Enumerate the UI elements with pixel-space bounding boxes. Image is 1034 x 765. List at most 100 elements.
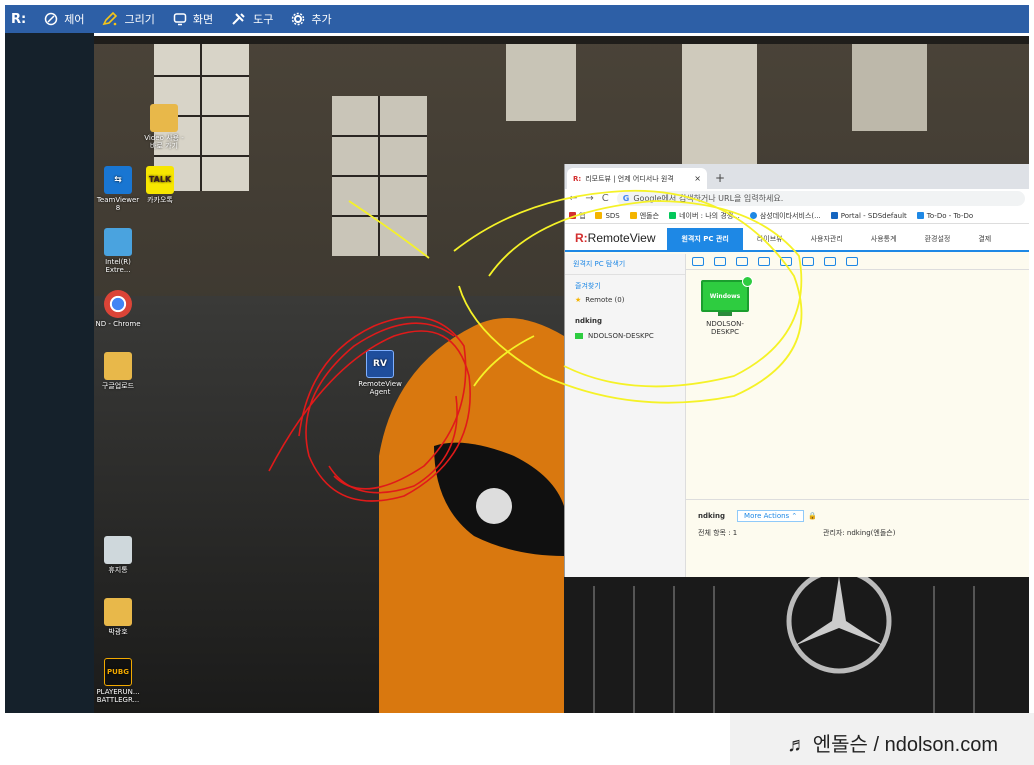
screenshot-root: R: 제어 그리기 화면 도구 추가 Video 사용 - 바로 가기 ⇆ Te… [0, 0, 1034, 765]
nav-tab-liveview[interactable]: 라이브뷰 [743, 228, 797, 250]
remoteview-action-toolbar [686, 254, 1029, 270]
nav-tab-users[interactable]: 사용자관리 [797, 228, 857, 250]
toolbar-screen-button[interactable]: 화면 [173, 11, 213, 27]
control-icon [44, 12, 58, 26]
toolbar-draw-label: 그리기 [124, 13, 155, 26]
bookmark-todo[interactable]: To-Do - To-Do [916, 212, 973, 220]
browser-window[interactable]: R: 리모트뷰 | 언제 어디서나 원격 × + ← → C G Google에… [564, 164, 1029, 577]
desktop-icon-user-folder[interactable]: 박광호 [94, 598, 142, 636]
recycle-bin-icon [104, 536, 132, 564]
folder-icon [104, 352, 132, 380]
favorite-remote-item[interactable]: ★ Remote (0) [565, 293, 685, 307]
remote-desktop[interactable]: Video 사용 - 바로 가기 ⇆ TeamViewer 8 TALK 카카오… [94, 36, 1029, 713]
pc-online-icon [575, 333, 583, 339]
nav-tab-billing[interactable]: 결제 [964, 228, 1005, 250]
pencil-icon [103, 12, 118, 26]
remoteview-logo[interactable]: R:RemoteView [575, 231, 655, 245]
teamviewer-icon: ⇆ [104, 166, 132, 194]
favorites-heading: 즐겨찾기 [575, 282, 601, 290]
admin-label: 관리자: ndking(엔돌슨) [823, 529, 896, 537]
export-icon[interactable] [846, 257, 858, 266]
toolbar-logo: R: [11, 11, 27, 27]
bookmark-naver[interactable]: 네이버 : 나의 경쟁... [669, 211, 740, 221]
edit-icon[interactable] [802, 257, 814, 266]
bookmarks-bar: 앱 SDS 엔돌슨 네이버 : 나의 경쟁... 삼성데이타서비스(... Po… [565, 208, 1029, 224]
back-arrow-icon[interactable]: ← [569, 193, 577, 204]
browser-tab-title: 리모트뷰 | 언제 어디서나 원격 [585, 174, 674, 183]
left-side-strip [5, 33, 94, 713]
desktop-icon-kakaotalk[interactable]: TALK 카카오톡 [136, 166, 184, 204]
remoteview-agent-icon: RV [366, 350, 394, 378]
toolbar-tools-label: 도구 [253, 13, 274, 26]
user-folder-icon [104, 598, 132, 626]
toolbar-tools-button[interactable]: 도구 [231, 11, 273, 27]
refresh-icon[interactable] [692, 257, 704, 266]
copy-icon[interactable] [758, 257, 770, 266]
desktop-icon-recycle-bin[interactable]: 휴지통 [94, 536, 142, 574]
remote-pc-tile[interactable]: Windows NDOLSON-DESKPC [699, 276, 753, 336]
address-input[interactable]: G Google에서 검색하거나 URL을 입력하세요. [616, 191, 1025, 206]
monitor-icon[interactable] [736, 257, 748, 266]
remoteview-nav: 원격지 PC 관리 라이브뷰 사용자관리 사용통계 환경설정 결제 [667, 228, 1005, 250]
more-actions-dropdown[interactable]: More Actions ⌃ [737, 510, 805, 522]
chrome-icon [104, 290, 132, 318]
remoteview-app: R:RemoteView 원격지 PC 관리 라이브뷰 사용자관리 사용통계 환… [565, 224, 1029, 577]
remoteview-favicon: R: [573, 174, 582, 183]
toolbar-screen-label: 화면 [192, 13, 214, 26]
intel-icon [104, 228, 132, 256]
desktop-icon-google-upload[interactable]: 구글업로드 [94, 352, 142, 390]
pc-monitor-icon: Windows [701, 276, 753, 312]
bookmark-portal[interactable]: Portal - SDSdefault [830, 212, 907, 220]
reload-icon[interactable]: C [602, 193, 609, 204]
google-g-icon: G [622, 194, 630, 203]
star-icon: ★ [575, 296, 582, 304]
desktop-icon-teamviewer[interactable]: ⇆ TeamViewer 8 [94, 166, 142, 212]
lock-icon: 🔒 [808, 512, 818, 520]
new-tab-button[interactable]: + [715, 171, 725, 185]
toolbar-draw-button[interactable]: 그리기 [102, 11, 155, 27]
toolbar-more-button[interactable]: 추가 [291, 11, 332, 27]
pubg-icon: PUBG [104, 658, 132, 686]
pc-explorer-link[interactable]: 원격지 PC 탐색기 [565, 254, 685, 275]
remoteview-sidebar: 원격지 PC 탐색기 즐겨찾기 ★ Remote (0) ndking NDOL… [565, 254, 686, 577]
folder-icon [150, 104, 178, 132]
nav-tab-stats[interactable]: 사용통계 [857, 228, 911, 250]
detail-group-name: ndking [698, 512, 726, 520]
browser-address-bar: ← → C G Google에서 검색하거나 URL을 입력하세요. [565, 189, 1029, 208]
bookmark-apps[interactable]: 앱 [569, 211, 585, 221]
desktop-icon-pubg[interactable]: PUBG PLAYERUN... BATTLEGR... [94, 658, 142, 704]
screen-icon [173, 13, 187, 26]
watermark-text: ♬ 엔돌슨 / ndolson.com [787, 734, 998, 756]
gear-icon [292, 12, 305, 26]
desktop-icon-remoteview-agent[interactable]: RV RemoteView Agent [356, 350, 404, 396]
bookmark-ndolson[interactable]: 엔돌슨 [629, 211, 659, 221]
kakaotalk-icon: TALK [146, 166, 174, 194]
delete-icon[interactable] [824, 257, 836, 266]
address-placeholder: Google에서 검색하거나 URL을 입력하세요. [633, 194, 784, 203]
pc-name-label: NDOLSON-DESKPC [706, 320, 744, 336]
nav-tab-remote-pc[interactable]: 원격지 PC 관리 [667, 228, 743, 250]
bookmark-samsung[interactable]: 삼성데이타서비스(... [749, 211, 821, 221]
nav-tab-settings[interactable]: 환경설정 [911, 228, 965, 250]
browser-tab[interactable]: R: 리모트뷰 | 언제 어디서나 원격 × [567, 168, 707, 189]
toolbar-control-button[interactable]: 제어 [44, 11, 84, 27]
toolbar-more-label: 추가 [311, 13, 332, 26]
bookmark-sds[interactable]: SDS [595, 212, 620, 220]
total-items-label: 전체 항목 : 1 [698, 529, 738, 537]
browser-tab-bar: R: 리모트뷰 | 언제 어디서나 원격 × + [565, 164, 1029, 189]
move-icon[interactable] [780, 257, 792, 266]
folder-open-icon[interactable] [714, 257, 726, 266]
desktop-icon-video-shortcut[interactable]: Video 사용 - 바로 가기 [140, 104, 188, 150]
tools-icon [232, 13, 245, 25]
remote-control-toolbar: R: 제어 그리기 화면 도구 추가 [5, 5, 1029, 33]
group-name[interactable]: ndking [565, 307, 685, 329]
remoteview-header: R:RemoteView 원격지 PC 관리 라이브뷰 사용자관리 사용통계 환… [565, 224, 1029, 252]
desktop-icon-chrome[interactable]: ND - Chrome [94, 290, 142, 328]
remoteview-detail-panel: ndking More Actions ⌃ 🔒 전체 항목 : 1 관리자: n… [686, 499, 1029, 577]
connection-badge-icon [742, 276, 753, 287]
group-pc-item[interactable]: NDOLSON-DESKPC [565, 329, 685, 343]
desktop-icon-intel[interactable]: Intel(R) Extre... [94, 228, 142, 274]
forward-arrow-icon[interactable]: → [585, 193, 593, 204]
tab-close-icon[interactable]: × [694, 174, 701, 183]
toolbar-control-label: 제어 [64, 13, 85, 26]
